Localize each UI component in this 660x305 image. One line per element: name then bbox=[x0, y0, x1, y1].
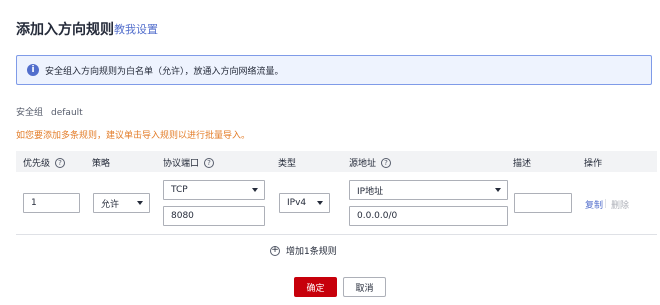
header-description-label: 描述 bbox=[513, 159, 532, 169]
policy-select[interactable]: 允许 bbox=[93, 193, 150, 213]
protocol-select-value: TCP bbox=[171, 185, 188, 195]
security-group: 安全组 default bbox=[16, 105, 83, 118]
row-divider bbox=[16, 234, 657, 235]
protocol-port-help-icon[interactable]: ? bbox=[204, 157, 215, 168]
policy-select-value: 允许 bbox=[101, 199, 120, 210]
priority-input[interactable]: 1 bbox=[23, 193, 80, 213]
protocol-select[interactable]: TCP bbox=[163, 180, 265, 200]
batch-import-tip: 如您要添加多条规则，建议单击导入规则以进行批量导入。 bbox=[16, 131, 251, 141]
description-input[interactable] bbox=[514, 193, 572, 213]
action-divider bbox=[605, 199, 606, 208]
copy-rule-link[interactable]: 复制 bbox=[585, 198, 603, 211]
header-policy-label: 策略 bbox=[92, 159, 111, 169]
info-notice: i 安全组入方向规则为白名单（允许），放通入方向网络流量。 bbox=[16, 55, 652, 85]
source-type-select[interactable]: IP地址 bbox=[349, 180, 508, 200]
header-protocol-port: 协议端口 ? bbox=[163, 156, 215, 169]
header-operation-label: 操作 bbox=[584, 159, 603, 169]
ip-type-select[interactable]: IPv4 bbox=[279, 193, 330, 213]
chevron-down-icon bbox=[495, 188, 501, 192]
header-priority: 优先级 ? bbox=[23, 156, 66, 169]
source-type-select-value: IP地址 bbox=[357, 186, 384, 197]
ip-type-select-value: IPv4 bbox=[287, 198, 307, 208]
security-group-label: 安全组 bbox=[16, 108, 44, 118]
info-icon: i bbox=[27, 64, 39, 76]
header-priority-label: 优先级 bbox=[23, 159, 51, 169]
chevron-down-icon bbox=[252, 188, 258, 192]
security-group-value: default bbox=[51, 108, 83, 118]
header-type-label: 类型 bbox=[278, 159, 297, 169]
cancel-button[interactable]: 取消 bbox=[343, 277, 386, 297]
add-rule-label: 增加1条规则 bbox=[286, 247, 337, 257]
chevron-down-icon bbox=[137, 201, 143, 205]
source-address-input[interactable]: 0.0.0.0/0 bbox=[349, 206, 508, 226]
header-protocol-port-label: 协议端口 bbox=[163, 159, 200, 169]
help-link[interactable]: 教我设置 bbox=[114, 21, 158, 37]
source-help-icon[interactable]: ? bbox=[381, 157, 392, 168]
delete-rule-link: 删除 bbox=[611, 201, 630, 211]
header-source-label: 源地址 bbox=[349, 159, 377, 169]
header-type: 类型 bbox=[278, 156, 296, 169]
header-policy: 策略 bbox=[92, 156, 110, 169]
page-title: 添加入方向规则 bbox=[16, 22, 114, 38]
add-rule-button[interactable]: + 增加1条规则 bbox=[270, 244, 337, 257]
confirm-button[interactable]: 确定 bbox=[294, 277, 337, 297]
priority-help-icon[interactable]: ? bbox=[55, 157, 66, 168]
header-source: 源地址 ? bbox=[349, 156, 392, 169]
chevron-down-icon bbox=[317, 201, 323, 205]
table-header: 优先级 ? 策略 协议端口 ? 类型 源地址 ? 描述 操作 bbox=[16, 151, 657, 172]
port-input[interactable]: 8080 bbox=[163, 206, 265, 226]
header-operation: 操作 bbox=[584, 156, 602, 169]
header-description: 描述 bbox=[513, 156, 531, 169]
info-notice-text: 安全组入方向规则为白名单（允许），放通入方向网络流量。 bbox=[45, 66, 284, 77]
plus-circle-icon: + bbox=[270, 245, 280, 256]
